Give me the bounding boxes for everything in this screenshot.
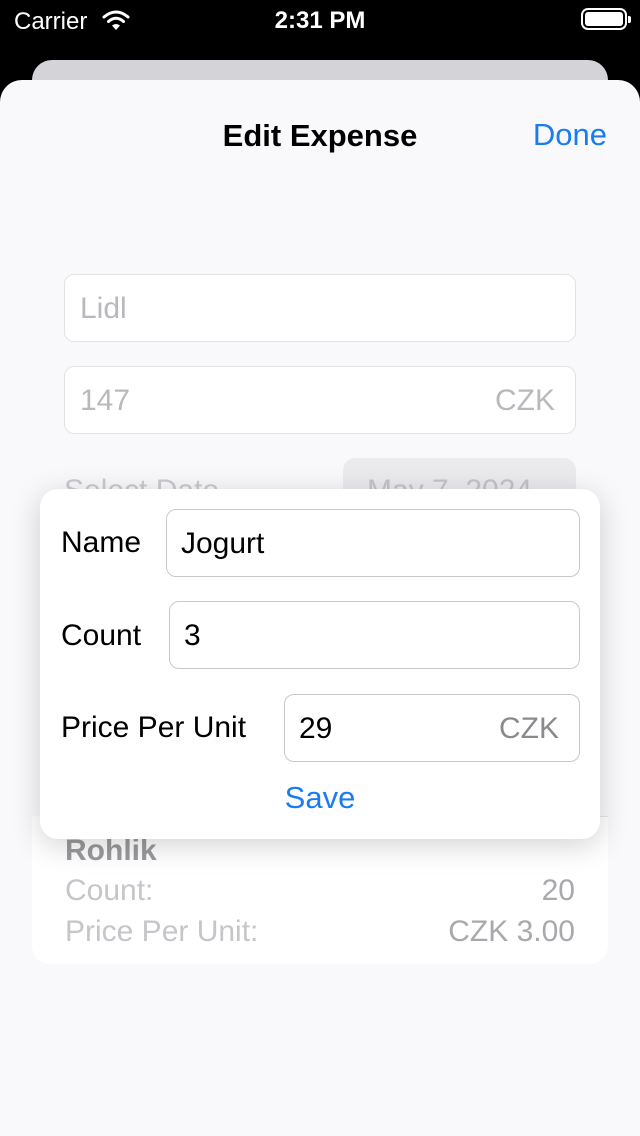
item-count-value: 20 bbox=[541, 874, 575, 907]
name-label: Name bbox=[61, 526, 142, 559]
item-name-input-value: Jogurt bbox=[181, 527, 265, 560]
item-price-row: Price Per Unit: CZK 3.00 bbox=[65, 915, 575, 949]
item-price-value: CZK 3.00 bbox=[448, 915, 575, 948]
item-name-input[interactable]: Jogurt bbox=[166, 509, 580, 577]
item-name: Rohlik bbox=[65, 834, 157, 867]
status-bar: Carrier 2:31 PM bbox=[0, 0, 640, 42]
store-name-value: Lidl bbox=[80, 292, 127, 325]
store-name-field[interactable]: Lidl bbox=[64, 274, 576, 342]
battery-icon bbox=[581, 8, 631, 30]
amount-currency: CZK bbox=[495, 384, 555, 417]
status-time: 2:31 PM bbox=[274, 7, 366, 34]
edit-item-popover: Name Jogurt Count 3 Price Per Unit 29 CZ… bbox=[40, 489, 600, 839]
item-price-label: Price Per Unit: bbox=[65, 915, 259, 948]
price-currency-label: CZK bbox=[499, 712, 559, 745]
item-count-label: Count: bbox=[65, 874, 154, 907]
price-per-unit-input-value: 29 bbox=[299, 712, 333, 745]
price-per-unit-label: Price Per Unit bbox=[61, 711, 247, 744]
save-button[interactable]: Save bbox=[40, 780, 600, 816]
count-label: Count bbox=[61, 619, 142, 652]
item-count-row: Count: 20 bbox=[65, 874, 575, 908]
item-count-input-value: 3 bbox=[184, 619, 201, 652]
amount-field[interactable]: 147 CZK bbox=[64, 366, 576, 434]
item-count-input[interactable]: 3 bbox=[169, 601, 580, 669]
screen: Carrier 2:31 PM Edit Expense Done Lidl 1… bbox=[0, 0, 640, 1136]
amount-value: 147 bbox=[80, 384, 131, 417]
price-per-unit-input[interactable]: 29 CZK bbox=[284, 694, 580, 762]
done-button[interactable]: Done bbox=[533, 117, 607, 153]
